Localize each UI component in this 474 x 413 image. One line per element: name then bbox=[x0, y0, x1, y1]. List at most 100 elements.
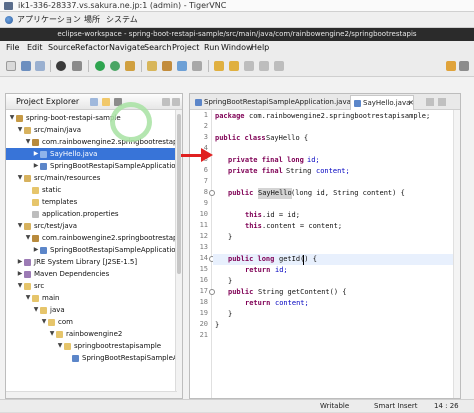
code-token: return bbox=[245, 266, 271, 274]
menu-source[interactable]: Source bbox=[48, 41, 75, 55]
menu-run[interactable]: Run bbox=[204, 41, 219, 55]
expanded-arrow-icon[interactable]: ▼ bbox=[24, 136, 32, 148]
code-token: public bbox=[228, 288, 254, 296]
skip-breakpoints-icon[interactable] bbox=[72, 61, 82, 71]
new-package-icon[interactable] bbox=[162, 61, 172, 71]
java-perspective-icon[interactable] bbox=[446, 61, 456, 71]
menu-help[interactable]: Help bbox=[251, 41, 269, 55]
code-line: package com.rainbowengine2.springbootres… bbox=[190, 111, 460, 122]
new-icon[interactable] bbox=[6, 61, 16, 71]
run-icon[interactable] bbox=[95, 61, 105, 71]
java-editor[interactable]: SpringBootRestapiSampleApplication.java … bbox=[189, 93, 461, 399]
tree-item-main[interactable]: ▼ main bbox=[6, 292, 177, 304]
tree-item-rainbowengine2[interactable]: ▼ rainbowengine2 bbox=[6, 328, 177, 340]
tree-item-java[interactable]: ▼ java bbox=[6, 304, 177, 316]
code-line: return content; bbox=[190, 298, 460, 309]
new-class-icon[interactable] bbox=[177, 61, 187, 71]
collapsed-arrow-icon[interactable]: ▶ bbox=[32, 160, 40, 172]
project-explorer-tab[interactable]: Project Explorer bbox=[6, 94, 182, 110]
expanded-arrow-icon[interactable]: ▼ bbox=[16, 172, 24, 184]
folder-icon bbox=[32, 187, 39, 194]
expanded-arrow-icon[interactable]: ▼ bbox=[56, 340, 64, 352]
menu-search[interactable]: Search bbox=[144, 41, 171, 55]
expanded-arrow-icon[interactable]: ▼ bbox=[24, 292, 32, 304]
external-tools-icon[interactable] bbox=[125, 61, 135, 71]
menu-refactor[interactable]: Refactor bbox=[75, 41, 109, 55]
text-caret bbox=[303, 255, 304, 265]
code-line: } bbox=[190, 320, 460, 331]
tree-item-jre-library[interactable]: ▶ JRE System Library [J2SE-1.5] bbox=[6, 256, 177, 268]
debug-icon[interactable] bbox=[56, 61, 66, 71]
tree-item-springbootrestapisample[interactable]: ▼ springbootrestapisample bbox=[6, 340, 177, 352]
maximize-icon[interactable] bbox=[438, 98, 446, 106]
status-writable: Writable bbox=[320, 402, 350, 410]
desktop-menu-applications[interactable]: アプリケーション bbox=[17, 12, 81, 28]
highlight-circle-annotation bbox=[110, 102, 152, 142]
editor-vertical-scrollbar[interactable] bbox=[453, 110, 460, 398]
tree-item-test-package[interactable]: ▼ com.rainbowengine2.springbootrestapisa bbox=[6, 232, 182, 244]
status-insert-mode: Smart Insert bbox=[374, 402, 418, 410]
tab-sayhello-java[interactable]: SayHello.java ✕ bbox=[350, 95, 414, 110]
tab-application-java[interactable]: SpringBootRestapiSampleApplication.java bbox=[192, 95, 351, 110]
forward-icon[interactable] bbox=[274, 61, 284, 71]
minimize-icon[interactable] bbox=[162, 98, 170, 106]
collapsed-arrow-icon[interactable]: ▶ bbox=[32, 148, 40, 160]
collapsed-arrow-icon[interactable]: ▶ bbox=[16, 268, 24, 280]
tree-item-src-test-java[interactable]: ▼ src/test/java bbox=[6, 220, 177, 232]
source-folder-icon bbox=[24, 175, 31, 182]
menu-file[interactable]: File bbox=[6, 41, 19, 55]
toolbar-separator bbox=[208, 60, 209, 72]
code-line: } bbox=[190, 232, 460, 243]
tree-item-application-file[interactable]: SpringBootRestapiSampleApplicat bbox=[6, 352, 182, 364]
tree-item-application-java[interactable]: ▶ SpringBootRestapiSampleApplication.ja bbox=[6, 160, 182, 172]
tree-item-src-main-resources[interactable]: ▼ src/main/resources bbox=[6, 172, 177, 184]
desktop-menu-system[interactable]: システム bbox=[106, 12, 138, 28]
tree-item-src[interactable]: ▼ src bbox=[6, 280, 177, 292]
tree-item-application-properties[interactable]: application.properties bbox=[6, 208, 177, 220]
menu-window[interactable]: Window bbox=[221, 41, 253, 55]
code-token: com.rainbowengine2.springbootrestapisamp… bbox=[249, 112, 431, 120]
expanded-arrow-icon[interactable]: ▼ bbox=[24, 232, 32, 244]
java-file-icon bbox=[195, 99, 202, 106]
expanded-arrow-icon[interactable]: ▼ bbox=[16, 124, 24, 136]
menu-navigate[interactable]: Navigate bbox=[109, 41, 145, 55]
run-as-icon[interactable] bbox=[110, 61, 120, 71]
collapsed-arrow-icon[interactable]: ▶ bbox=[32, 244, 40, 256]
tree-item-application-tests-java[interactable]: ▶ SpringBootRestapiSampleApplicationTes bbox=[6, 244, 182, 256]
save-icon[interactable] bbox=[21, 61, 31, 71]
collapsed-arrow-icon[interactable]: ▶ bbox=[16, 256, 24, 268]
next-annotation-icon[interactable] bbox=[214, 61, 224, 71]
tree-item-com[interactable]: ▼ com bbox=[6, 316, 177, 328]
expanded-arrow-icon[interactable]: ▼ bbox=[32, 304, 40, 316]
close-tab-icon[interactable]: ✕ bbox=[408, 96, 414, 111]
scrollbar-thumb[interactable] bbox=[177, 114, 181, 274]
desktop-menu-places[interactable]: 場所 bbox=[84, 12, 100, 28]
expanded-arrow-icon[interactable]: ▼ bbox=[40, 316, 48, 328]
previous-annotation-icon[interactable] bbox=[229, 61, 239, 71]
tree-item-sayhello-java[interactable]: ▶ SayHello.java bbox=[6, 148, 177, 160]
code-line: private final long id; bbox=[190, 155, 460, 166]
last-edit-location-icon[interactable] bbox=[244, 61, 254, 71]
search-icon[interactable] bbox=[192, 61, 202, 71]
expanded-arrow-icon[interactable]: ▼ bbox=[16, 220, 24, 232]
tree-item-templates[interactable]: templates bbox=[6, 196, 177, 208]
project-icon bbox=[16, 115, 23, 122]
expanded-arrow-icon[interactable]: ▼ bbox=[8, 112, 16, 124]
menu-project[interactable]: Project bbox=[172, 41, 199, 55]
back-icon[interactable] bbox=[259, 61, 269, 71]
minimize-icon[interactable] bbox=[426, 98, 434, 106]
expanded-arrow-icon[interactable]: ▼ bbox=[48, 328, 56, 340]
tree-item-main-package[interactable]: ▼ com.rainbowengine2.springbootrestapisa bbox=[6, 136, 182, 148]
save-all-icon[interactable] bbox=[35, 61, 45, 71]
link-with-editor-icon[interactable] bbox=[102, 98, 110, 106]
maximize-icon[interactable] bbox=[172, 98, 180, 106]
code-line: public String getContent() { bbox=[190, 287, 460, 298]
collapse-all-icon[interactable] bbox=[90, 98, 98, 106]
menu-edit[interactable]: Edit bbox=[27, 41, 43, 55]
tree-item-static[interactable]: static bbox=[6, 184, 177, 196]
explorer-horizontal-scrollbar[interactable] bbox=[6, 391, 177, 398]
tree-item-maven-dependencies[interactable]: ▶ Maven Dependencies bbox=[6, 268, 177, 280]
open-type-icon[interactable] bbox=[147, 61, 157, 71]
expanded-arrow-icon[interactable]: ▼ bbox=[16, 280, 24, 292]
open-perspective-icon[interactable] bbox=[459, 61, 469, 71]
